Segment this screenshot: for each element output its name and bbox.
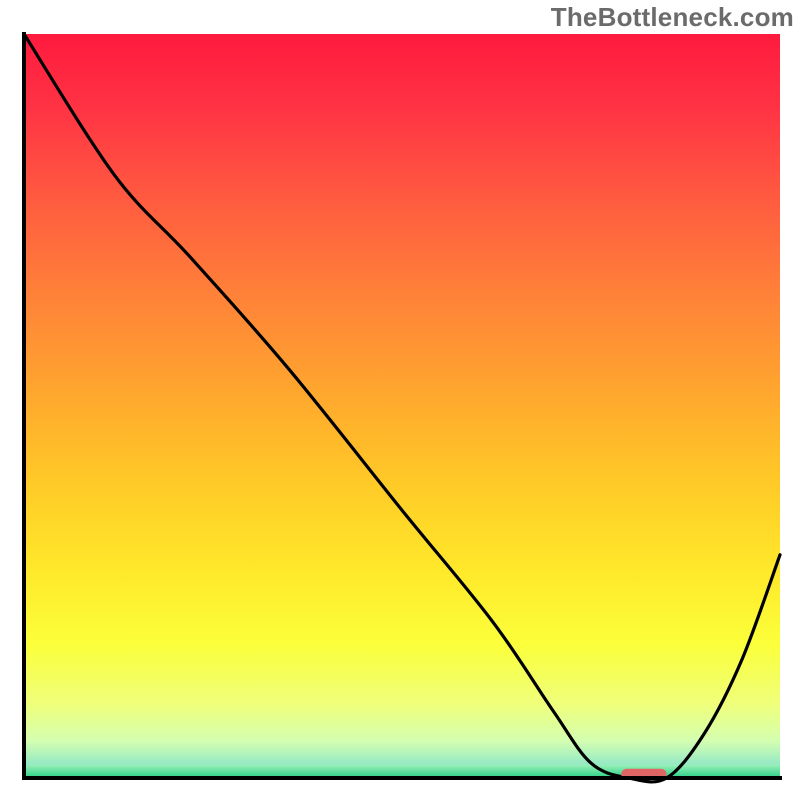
gradient-background (24, 34, 780, 778)
watermark-text: TheBottleneck.com (551, 2, 794, 33)
chart-svg (0, 0, 800, 800)
green-band (24, 765, 780, 778)
plot-area (22, 32, 782, 782)
chart-container: TheBottleneck.com (0, 0, 800, 800)
